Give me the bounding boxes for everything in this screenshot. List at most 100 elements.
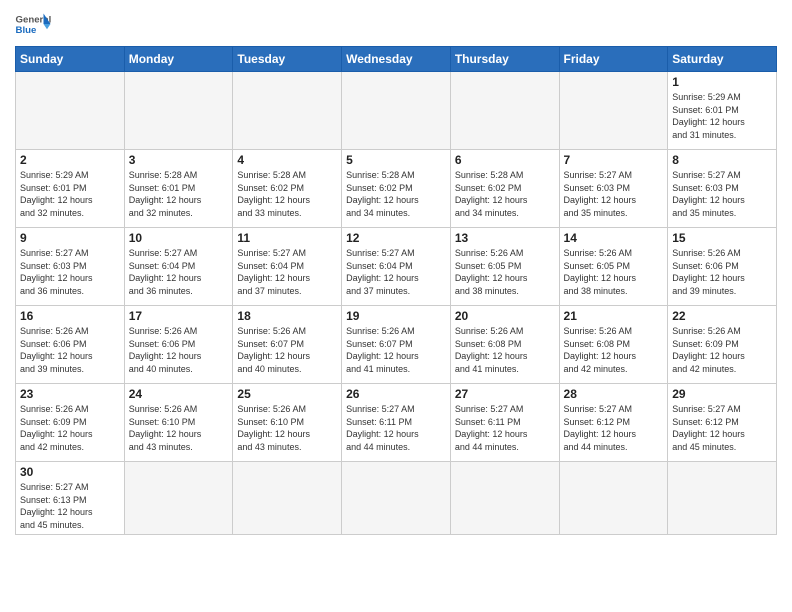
day-info: Sunrise: 5:27 AM Sunset: 6:11 PM Dayligh… <box>455 403 555 453</box>
calendar-cell-5-1: 23 Sunrise: 5:26 AM Sunset: 6:09 PM Dayli… <box>16 384 125 462</box>
day-info: Sunrise: 5:27 AM Sunset: 6:13 PM Dayligh… <box>20 481 120 531</box>
weekday-header-monday: Monday <box>124 47 233 72</box>
calendar-cell-6-3 <box>233 462 342 535</box>
calendar-cell-1-7: 1 Sunrise: 5:29 AM Sunset: 6:01 PM Daylig… <box>668 72 777 150</box>
calendar-week-row-5: 23 Sunrise: 5:26 AM Sunset: 6:09 PM Dayli… <box>16 384 777 462</box>
day-info: Sunrise: 5:27 AM Sunset: 6:03 PM Dayligh… <box>20 247 120 297</box>
calendar-cell-2-1: 2Sunrise: 5:29 AM Sunset: 6:01 PM Daylig… <box>16 150 125 228</box>
day-number: 14 <box>564 231 664 245</box>
calendar-week-row-6: 30 Sunrise: 5:27 AM Sunset: 6:13 PM Dayli… <box>16 462 777 535</box>
calendar-cell-6-6 <box>559 462 668 535</box>
calendar-cell-1-3 <box>233 72 342 150</box>
calendar-cell-3-2: 10 Sunrise: 5:27 AM Sunset: 6:04 PM Dayli… <box>124 228 233 306</box>
day-info: Sunrise: 5:27 AM Sunset: 6:04 PM Dayligh… <box>237 247 337 297</box>
calendar-cell-3-3: 11 Sunrise: 5:27 AM Sunset: 6:04 PM Dayli… <box>233 228 342 306</box>
calendar-cell-2-4: 5 Sunrise: 5:28 AM Sunset: 6:02 PM Daylig… <box>342 150 451 228</box>
calendar-cell-4-7: 22 Sunrise: 5:26 AM Sunset: 6:09 PM Dayli… <box>668 306 777 384</box>
calendar-cell-3-5: 13 Sunrise: 5:26 AM Sunset: 6:05 PM Dayli… <box>450 228 559 306</box>
calendar-cell-1-4 <box>342 72 451 150</box>
day-info: Sunrise: 5:26 AM Sunset: 6:10 PM Dayligh… <box>129 403 229 453</box>
weekday-header-row: SundayMondayTuesdayWednesdayThursdayFrid… <box>16 47 777 72</box>
day-number: 2 <box>20 153 120 167</box>
day-number: 5 <box>346 153 446 167</box>
day-info: Sunrise: 5:26 AM Sunset: 6:06 PM Dayligh… <box>672 247 772 297</box>
calendar-cell-6-4 <box>342 462 451 535</box>
day-info: Sunrise: 5:26 AM Sunset: 6:10 PM Dayligh… <box>237 403 337 453</box>
day-number: 27 <box>455 387 555 401</box>
day-number: 26 <box>346 387 446 401</box>
day-info: Sunrise: 5:27 AM Sunset: 6:12 PM Dayligh… <box>672 403 772 453</box>
day-number: 24 <box>129 387 229 401</box>
calendar-cell-2-2: 3 Sunrise: 5:28 AM Sunset: 6:01 PM Daylig… <box>124 150 233 228</box>
calendar-week-row-2: 2Sunrise: 5:29 AM Sunset: 6:01 PM Daylig… <box>16 150 777 228</box>
day-number: 13 <box>455 231 555 245</box>
day-number: 7 <box>564 153 664 167</box>
calendar-cell-4-4: 19Sunrise: 5:26 AM Sunset: 6:07 PM Dayli… <box>342 306 451 384</box>
day-info: Sunrise: 5:28 AM Sunset: 6:02 PM Dayligh… <box>346 169 446 219</box>
calendar-week-row-3: 9 Sunrise: 5:27 AM Sunset: 6:03 PM Daylig… <box>16 228 777 306</box>
day-number: 11 <box>237 231 337 245</box>
day-number: 22 <box>672 309 772 323</box>
calendar-cell-2-6: 7 Sunrise: 5:27 AM Sunset: 6:03 PM Daylig… <box>559 150 668 228</box>
day-number: 29 <box>672 387 772 401</box>
day-number: 15 <box>672 231 772 245</box>
day-number: 16 <box>20 309 120 323</box>
calendar-cell-3-7: 15 Sunrise: 5:26 AM Sunset: 6:06 PM Dayli… <box>668 228 777 306</box>
calendar-cell-3-4: 12Sunrise: 5:27 AM Sunset: 6:04 PM Dayli… <box>342 228 451 306</box>
calendar-cell-4-6: 21Sunrise: 5:26 AM Sunset: 6:08 PM Dayli… <box>559 306 668 384</box>
calendar-cell-5-4: 26 Sunrise: 5:27 AM Sunset: 6:11 PM Dayli… <box>342 384 451 462</box>
day-number: 25 <box>237 387 337 401</box>
day-number: 30 <box>20 465 120 479</box>
calendar-cell-2-3: 4Sunrise: 5:28 AM Sunset: 6:02 PM Daylig… <box>233 150 342 228</box>
calendar-cell-1-1 <box>16 72 125 150</box>
day-info: Sunrise: 5:27 AM Sunset: 6:03 PM Dayligh… <box>564 169 664 219</box>
day-info: Sunrise: 5:28 AM Sunset: 6:01 PM Dayligh… <box>129 169 229 219</box>
day-number: 28 <box>564 387 664 401</box>
weekday-header-thursday: Thursday <box>450 47 559 72</box>
day-number: 9 <box>20 231 120 245</box>
day-info: Sunrise: 5:26 AM Sunset: 6:06 PM Dayligh… <box>129 325 229 375</box>
calendar-table: SundayMondayTuesdayWednesdayThursdayFrid… <box>15 46 777 535</box>
day-info: Sunrise: 5:26 AM Sunset: 6:05 PM Dayligh… <box>455 247 555 297</box>
day-number: 17 <box>129 309 229 323</box>
calendar-cell-1-5 <box>450 72 559 150</box>
day-info: Sunrise: 5:28 AM Sunset: 6:02 PM Dayligh… <box>455 169 555 219</box>
day-number: 21 <box>564 309 664 323</box>
day-info: Sunrise: 5:27 AM Sunset: 6:11 PM Dayligh… <box>346 403 446 453</box>
calendar-cell-1-2 <box>124 72 233 150</box>
day-info: Sunrise: 5:27 AM Sunset: 6:12 PM Dayligh… <box>564 403 664 453</box>
weekday-header-wednesday: Wednesday <box>342 47 451 72</box>
weekday-header-tuesday: Tuesday <box>233 47 342 72</box>
calendar-body: 1 Sunrise: 5:29 AM Sunset: 6:01 PM Daylig… <box>16 72 777 535</box>
weekday-header-friday: Friday <box>559 47 668 72</box>
calendar-cell-6-7 <box>668 462 777 535</box>
calendar-cell-4-3: 18Sunrise: 5:26 AM Sunset: 6:07 PM Dayli… <box>233 306 342 384</box>
day-info: Sunrise: 5:27 AM Sunset: 6:04 PM Dayligh… <box>129 247 229 297</box>
calendar-week-row-1: 1 Sunrise: 5:29 AM Sunset: 6:01 PM Daylig… <box>16 72 777 150</box>
day-number: 23 <box>20 387 120 401</box>
day-number: 20 <box>455 309 555 323</box>
calendar-cell-6-2 <box>124 462 233 535</box>
day-number: 12 <box>346 231 446 245</box>
calendar-cell-2-5: 6Sunrise: 5:28 AM Sunset: 6:02 PM Daylig… <box>450 150 559 228</box>
day-info: Sunrise: 5:26 AM Sunset: 6:07 PM Dayligh… <box>237 325 337 375</box>
calendar-cell-4-5: 20Sunrise: 5:26 AM Sunset: 6:08 PM Dayli… <box>450 306 559 384</box>
day-info: Sunrise: 5:26 AM Sunset: 6:09 PM Dayligh… <box>672 325 772 375</box>
calendar-cell-3-6: 14Sunrise: 5:26 AM Sunset: 6:05 PM Dayli… <box>559 228 668 306</box>
calendar-cell-6-5 <box>450 462 559 535</box>
calendar-cell-1-6 <box>559 72 668 150</box>
header: General Blue <box>15 10 777 38</box>
generalblue-logo-icon: General Blue <box>15 10 51 38</box>
day-number: 4 <box>237 153 337 167</box>
day-number: 19 <box>346 309 446 323</box>
day-info: Sunrise: 5:26 AM Sunset: 6:09 PM Dayligh… <box>20 403 120 453</box>
day-number: 3 <box>129 153 229 167</box>
calendar-header: SundayMondayTuesdayWednesdayThursdayFrid… <box>16 47 777 72</box>
calendar-cell-4-1: 16 Sunrise: 5:26 AM Sunset: 6:06 PM Dayli… <box>16 306 125 384</box>
day-info: Sunrise: 5:26 AM Sunset: 6:06 PM Dayligh… <box>20 325 120 375</box>
day-number: 10 <box>129 231 229 245</box>
day-info: Sunrise: 5:29 AM Sunset: 6:01 PM Dayligh… <box>672 91 772 141</box>
calendar-cell-5-3: 25 Sunrise: 5:26 AM Sunset: 6:10 PM Dayli… <box>233 384 342 462</box>
page: General Blue SundayMondayTuesdayWednesda… <box>0 0 792 612</box>
day-number: 1 <box>672 75 772 89</box>
